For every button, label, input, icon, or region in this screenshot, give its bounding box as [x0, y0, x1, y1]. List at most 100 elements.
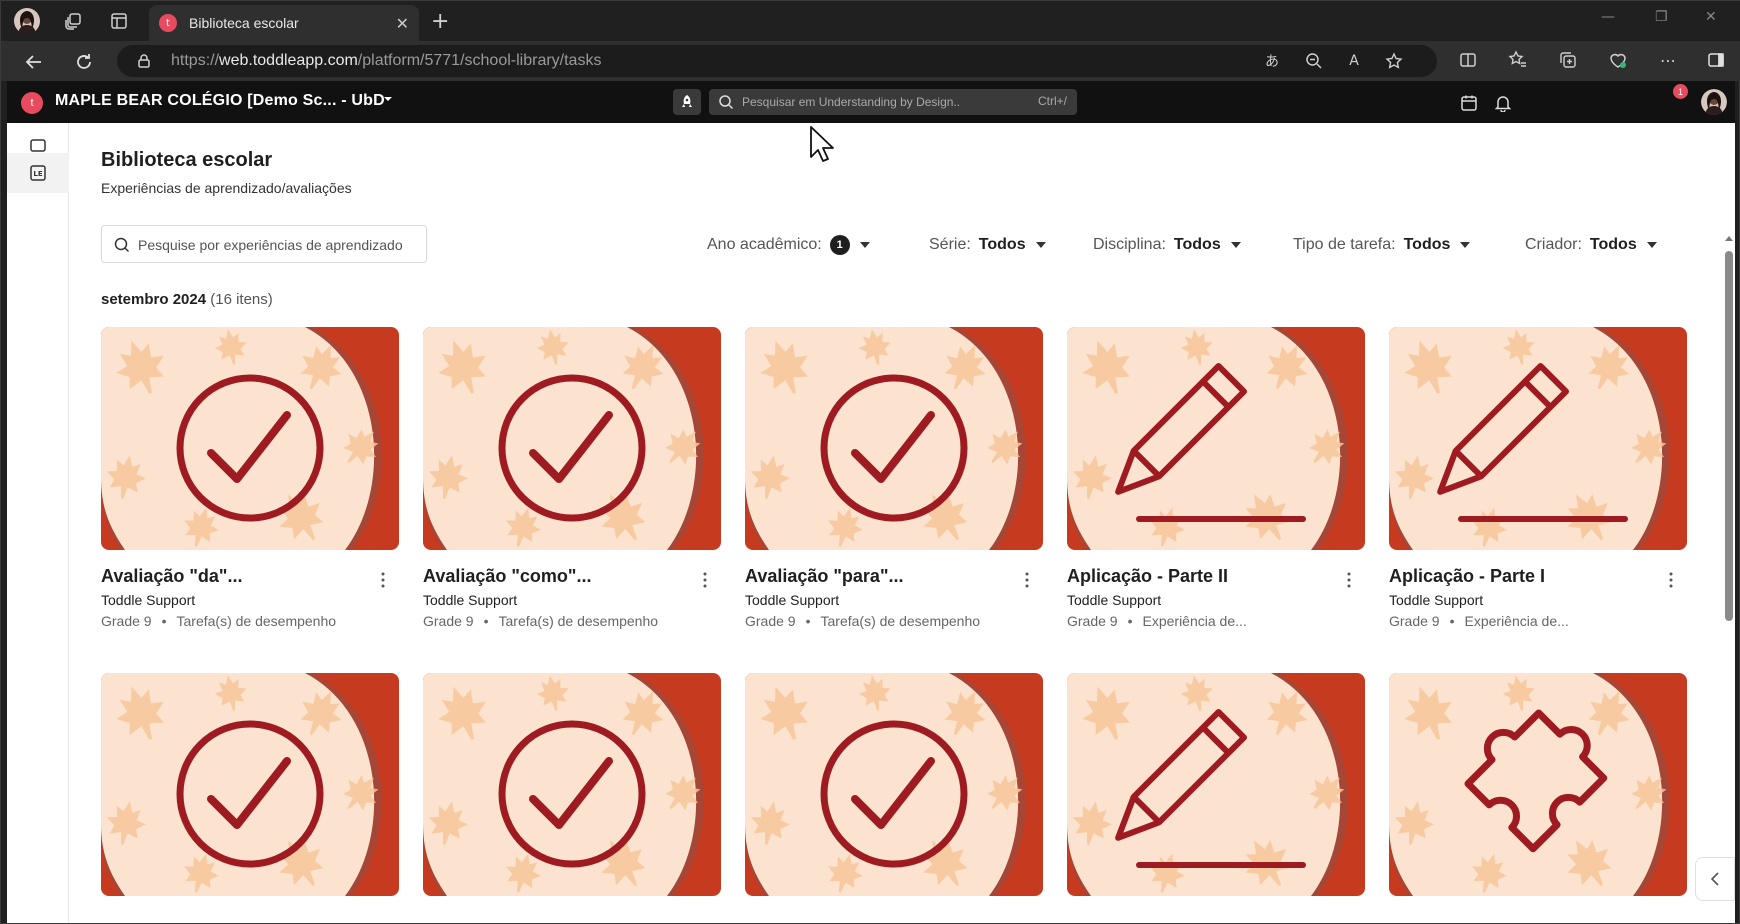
left-rail: LE	[7, 123, 69, 923]
library-search-placeholder: Pesquise por experiências de aprendizado	[138, 237, 403, 253]
chevron-down-icon	[859, 242, 870, 248]
svg-text:LE: LE	[33, 170, 42, 178]
card-meta: Grade 9 • Tarefa(s) de desempenho	[423, 613, 659, 629]
restore-icon[interactable]: ❐	[1655, 9, 1668, 25]
filter-grade[interactable]: Série: Todos	[929, 234, 1046, 256]
close-tab-icon[interactable]: ✕	[396, 14, 409, 33]
card-thumbnail[interactable]	[101, 673, 399, 896]
rocket-icon[interactable]	[673, 89, 701, 115]
tab-actions-icon[interactable]	[105, 7, 133, 35]
card-thumbnail[interactable]	[423, 673, 721, 896]
browser-essentials-icon[interactable]	[1605, 47, 1631, 73]
filter-creator[interactable]: Criador: Todos	[1525, 234, 1657, 256]
url-text[interactable]: https://web.toddleapp.com/platform/5771/…	[171, 52, 601, 70]
more-options-icon[interactable]	[1021, 571, 1033, 589]
chevron-down-icon	[1646, 242, 1657, 248]
more-options-icon[interactable]	[1665, 571, 1677, 589]
library-card[interactable]	[423, 673, 721, 896]
card-title[interactable]: Aplicação - Parte II	[1067, 566, 1228, 587]
library-card[interactable]: Avaliação "como"... Toddle Support Grade…	[423, 327, 721, 629]
sidebar-toggle-icon[interactable]	[1703, 47, 1729, 73]
close-window-icon[interactable]: ✕	[1705, 9, 1717, 25]
card-thumbnail[interactable]	[101, 327, 399, 550]
back-icon[interactable]	[21, 49, 47, 75]
chevron-down-icon[interactable]	[383, 95, 393, 103]
card-title[interactable]: Aplicação - Parte I	[1389, 566, 1545, 587]
translate-icon[interactable]: あ	[1261, 50, 1283, 72]
le-icon: LE	[30, 165, 46, 181]
filter-academic-year[interactable]: Ano acadêmico: 1	[707, 234, 870, 256]
minimize-icon[interactable]: —	[1601, 9, 1615, 25]
calendar-icon[interactable]	[1457, 91, 1481, 115]
split-screen-icon[interactable]	[1455, 47, 1481, 73]
chevron-left-icon	[1710, 872, 1719, 886]
search-icon	[718, 94, 734, 110]
card-author: Toddle Support	[423, 592, 518, 608]
card-thumbnail[interactable]	[745, 327, 1043, 550]
library-card[interactable]	[745, 673, 1043, 896]
group-header: setembro 2024 (16 itens)	[101, 291, 273, 308]
card-thumbnail[interactable]	[1389, 673, 1687, 896]
card-author: Toddle Support	[1389, 592, 1484, 608]
library-search-input[interactable]: Pesquise por experiências de aprendizado	[101, 225, 427, 263]
rail-item-learning-experiences[interactable]: LE	[7, 153, 69, 193]
chevron-down-icon	[1230, 242, 1241, 248]
card-thumbnail[interactable]	[1067, 327, 1365, 550]
search-icon	[114, 237, 130, 253]
more-menu-icon[interactable]: ⋯	[1655, 47, 1681, 73]
workspaces-icon[interactable]	[59, 7, 87, 35]
year-count-badge: 1	[829, 235, 850, 255]
page-subtitle: Experiências de aprendizado/avaliações	[101, 180, 352, 196]
card-meta: Grade 9 • Tarefa(s) de desempenho	[745, 613, 981, 629]
browser-window: t Biblioteca escolar ✕ + — ❐ ✕ https://w…	[0, 0, 1740, 924]
library-card[interactable]	[1389, 673, 1687, 896]
favorite-star-icon[interactable]	[1383, 50, 1405, 72]
profile-avatar[interactable]	[13, 7, 41, 35]
zoom-out-icon[interactable]	[1303, 50, 1325, 72]
library-card[interactable]	[101, 673, 399, 896]
more-options-icon[interactable]	[699, 571, 711, 589]
address-row: https://web.toddleapp.com/platform/5771/…	[1, 41, 1740, 81]
card-meta: Grade 9 • Tarefa(s) de desempenho	[101, 613, 337, 629]
card-thumbnail[interactable]	[423, 327, 721, 550]
card-meta: Grade 9 • Experiência de...	[1067, 613, 1247, 629]
library-card[interactable]	[1067, 673, 1365, 896]
page-title: Biblioteca escolar	[101, 149, 273, 171]
card-author: Toddle Support	[101, 592, 196, 608]
more-options-icon[interactable]	[1343, 571, 1355, 589]
library-card[interactable]: Avaliação "da"... Toddle Support Grade 9…	[101, 327, 399, 629]
favorites-icon[interactable]	[1505, 47, 1531, 73]
card-author: Toddle Support	[745, 592, 840, 608]
library-card[interactable]: Aplicação - Parte II Toddle Support Grad…	[1067, 327, 1365, 629]
card-thumbnail[interactable]	[1389, 327, 1687, 550]
more-options-icon[interactable]	[377, 571, 389, 589]
tab-title: Biblioteca escolar	[189, 15, 299, 31]
school-switcher[interactable]: MAPLE BEAR COLÉGIO [Demo Sc... - UbD	[55, 92, 385, 110]
notification-bell-icon[interactable]	[1491, 91, 1515, 115]
library-card[interactable]: Aplicação - Parte I Toddle Support Grade…	[1389, 327, 1687, 629]
read-aloud-icon[interactable]: A	[1343, 50, 1365, 72]
address-bar[interactable]: https://web.toddleapp.com/platform/5771/…	[117, 45, 1437, 77]
search-placeholder: Pesquisar em Understanding by Design..	[742, 95, 961, 109]
global-search-input[interactable]: Pesquisar em Understanding by Design.. C…	[709, 89, 1077, 115]
collections-icon[interactable]	[1555, 47, 1581, 73]
filter-task-type[interactable]: Tipo de tarefa: Todos	[1293, 234, 1471, 256]
user-avatar[interactable]	[1701, 89, 1727, 115]
new-tab-icon[interactable]: +	[431, 9, 449, 34]
card-thumbnail[interactable]	[1067, 673, 1365, 896]
card-author: Toddle Support	[1067, 592, 1162, 608]
card-title[interactable]: Avaliação "como"...	[423, 566, 591, 587]
card-thumbnail[interactable]	[745, 673, 1043, 896]
collapse-panel-button[interactable]	[1695, 857, 1735, 901]
refresh-icon[interactable]	[71, 49, 97, 75]
toddle-logo[interactable]: t	[21, 92, 43, 114]
chevron-down-icon	[1035, 242, 1046, 248]
scrollbar-thumb[interactable]	[1725, 251, 1733, 621]
lock-icon[interactable]	[133, 50, 155, 72]
card-title[interactable]: Avaliação "da"...	[101, 566, 242, 587]
filter-subject[interactable]: Disciplina: Todos	[1093, 234, 1241, 256]
chevron-down-icon	[1460, 242, 1471, 248]
tab-biblioteca[interactable]: t Biblioteca escolar ✕	[149, 5, 419, 41]
card-title[interactable]: Avaliação "para"...	[745, 566, 903, 587]
library-card[interactable]: Avaliação "para"... Toddle Support Grade…	[745, 327, 1043, 629]
